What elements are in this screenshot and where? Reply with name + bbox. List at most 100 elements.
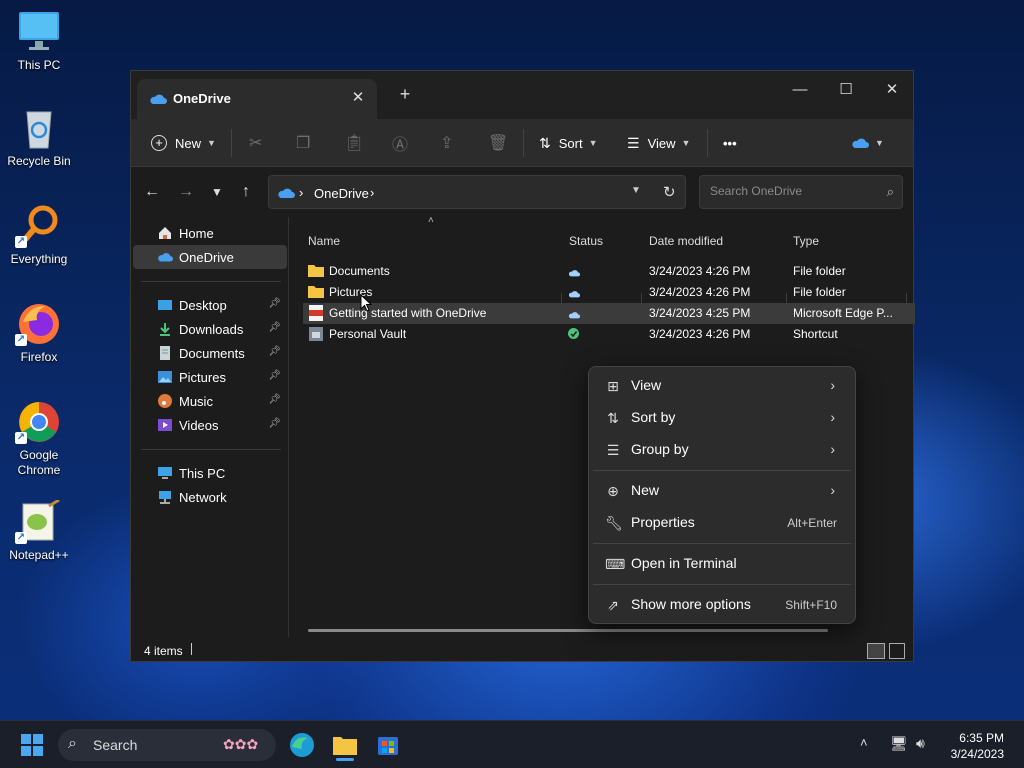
cut-button[interactable]: ✂ (249, 127, 262, 159)
horizontal-scrollbar[interactable] (308, 629, 828, 632)
menu-item-label: Properties (631, 514, 695, 530)
address-bar[interactable]: › OneDrive › ▼ ↻ (268, 175, 686, 209)
up-button[interactable]: ↑ (233, 179, 259, 205)
details-view-icon[interactable] (867, 643, 885, 659)
taskbar-store[interactable] (370, 729, 406, 761)
file-date: 3/24/2023 4:26 PM (649, 264, 751, 278)
sidebar-item-label: Music (179, 393, 213, 409)
sidebar-item-onedrive[interactable]: OneDrive (133, 245, 287, 269)
title-bar: OneDrive ✕ + — ☐ ✕ (131, 71, 913, 119)
start-button[interactable] (14, 729, 50, 761)
tiles-view-icon[interactable] (889, 643, 905, 659)
grid-icon: ⊞ (607, 378, 619, 394)
context-menu: ⊞ View › ⇅ Sort by › ☰ Group by › ⊕ New … (588, 366, 856, 624)
new-tab-button[interactable]: + (393, 83, 417, 107)
pin-icon[interactable]: 📌︎ (268, 418, 281, 429)
view-button[interactable]: ☰ View ▼ (627, 127, 690, 159)
new-button[interactable]: + New ▼ (151, 127, 216, 159)
column-header-status[interactable]: Status (569, 229, 603, 253)
sort-ascending-chevron-icon: ˄ (428, 215, 434, 226)
sidebar-item-home[interactable]: Home (133, 221, 287, 245)
chevron-down-icon: ▼ (588, 138, 598, 148)
chevron-down-icon: ▼ (207, 138, 216, 148)
table-row[interactable]: Pictures 3/24/2023 4:26 PM File folder (303, 282, 915, 303)
file-name: Personal Vault (329, 327, 407, 341)
sidebar-item-label: Downloads (179, 321, 244, 337)
share-button[interactable]: ⇪ (440, 127, 453, 159)
taskbar-edge[interactable] (284, 729, 320, 761)
desktop-icon-this-pc[interactable]: This PC (1, 10, 77, 73)
minimize-button[interactable]: — (777, 75, 823, 105)
address-history-chevron-icon[interactable]: ▼ (631, 185, 641, 196)
network-monitor-icon[interactable]: 🖥︎ (890, 735, 908, 752)
pin-icon[interactable]: 📌︎ (268, 298, 281, 309)
sidebar-item-pictures[interactable]: Pictures 📌︎ (133, 365, 287, 389)
maximize-button[interactable]: ☐ (823, 75, 869, 105)
copy-icon: ❐ (296, 135, 311, 152)
desktop-icon-everything[interactable]: ↗ Everything (1, 204, 77, 267)
system-clock[interactable]: 6:35 PM 3/24/2023 (951, 730, 1004, 762)
column-header-date-modified[interactable]: Date modified (649, 229, 723, 253)
table-row[interactable]: Personal Vault 3/24/2023 4:26 PM Shortcu… (303, 324, 915, 345)
desktop-icon-firefox[interactable]: ↗ Firefox (1, 302, 77, 365)
file-name: Getting started with OneDrive (329, 306, 487, 320)
column-header-type[interactable]: Type (793, 229, 819, 253)
pdf-icon (308, 305, 324, 324)
breadcrumb-separator: › (299, 185, 304, 200)
paste-button[interactable]: 📋︎ (344, 127, 364, 159)
sidebar-item-downloads[interactable]: Downloads 📌︎ (133, 317, 287, 341)
shortcut-arrow-icon: ↗ (15, 334, 27, 346)
menu-item-open-terminal[interactable]: ⌨ Open in Terminal (593, 549, 851, 579)
sidebar-item-music[interactable]: Music 📌︎ (133, 389, 287, 413)
sort-button[interactable]: ⇅ Sort ▼ (539, 127, 598, 159)
menu-item-group-by[interactable]: ☰ Group by › (593, 435, 851, 465)
onedrive-status-button[interactable]: ▼ (851, 127, 884, 159)
command-bar: + New ▼ ✂ ❐ 📋︎ Ⓐ ⇪ 🗑︎ ⇅ Sort ▼ ☰ View ▼ … (131, 119, 913, 167)
search-input[interactable] (710, 184, 870, 198)
recent-locations-button[interactable]: ▼ (204, 179, 230, 205)
desktop-icon-recycle-bin[interactable]: Recycle Bin (1, 106, 77, 169)
taskbar-search[interactable]: ⌕ Search ✿✿✿ (58, 729, 276, 761)
table-row[interactable]: Getting started with OneDrive 3/24/2023 … (303, 303, 915, 324)
sidebar-item-desktop[interactable]: Desktop 📌︎ (133, 293, 287, 317)
delete-button[interactable]: 🗑︎ (488, 127, 508, 159)
sidebar-item-network[interactable]: Network (133, 485, 287, 509)
close-window-button[interactable]: ✕ (869, 75, 915, 105)
column-header-name[interactable]: Name (308, 229, 340, 253)
pin-icon[interactable]: 📌︎ (268, 346, 281, 357)
onedrive-cloud-icon (157, 249, 173, 265)
speaker-icon[interactable]: 🔊︎ (916, 735, 925, 752)
table-row[interactable]: Documents 3/24/2023 4:26 PM File folder (303, 261, 915, 282)
sidebar-item-documents[interactable]: Documents 📌︎ (133, 341, 287, 365)
pin-icon[interactable]: 📌︎ (268, 322, 281, 333)
download-arrow-icon (157, 321, 173, 337)
menu-item-new[interactable]: ⊕ New › (593, 476, 851, 506)
more-options-button[interactable]: ••• (723, 127, 737, 159)
cloud-status-icon (568, 308, 580, 322)
tab-onedrive[interactable]: OneDrive ✕ (137, 79, 377, 119)
refresh-icon[interactable]: ↻ (663, 183, 676, 201)
taskbar-file-explorer[interactable] (327, 729, 363, 761)
sidebar-item-this-pc[interactable]: This PC (133, 461, 287, 485)
menu-item-properties[interactable]: 🔧︎ Properties Alt+Enter (593, 508, 851, 538)
file-date: 3/24/2023 4:26 PM (649, 327, 751, 341)
search-box[interactable]: ⌕ (699, 175, 903, 209)
menu-item-sort-by[interactable]: ⇅ Sort by › (593, 403, 851, 433)
item-count: 4 items (144, 644, 183, 658)
desktop-icon-chrome[interactable]: ↗ Google Chrome (1, 400, 77, 478)
clock-date: 3/24/2023 (950, 747, 1004, 761)
pin-icon[interactable]: 📌︎ (268, 370, 281, 381)
sidebar-item-videos[interactable]: Videos 📌︎ (133, 413, 287, 437)
chevron-up-icon[interactable]: ˄ (860, 735, 868, 750)
copy-button[interactable]: ❐ (296, 127, 310, 159)
view-label: View (647, 135, 676, 151)
breadcrumb-onedrive[interactable]: OneDrive (314, 186, 369, 201)
back-button[interactable]: ← (139, 179, 165, 205)
forward-button[interactable]: → (173, 179, 199, 205)
menu-item-show-more-options[interactable]: ⇗ Show more options Shift+F10 (593, 590, 851, 620)
rename-button[interactable]: Ⓐ (392, 127, 408, 159)
pin-icon[interactable]: 📌︎ (268, 394, 281, 405)
menu-item-view[interactable]: ⊞ View › (593, 371, 851, 401)
desktop-icon-notepadpp[interactable]: ↗ Notepad++ (1, 498, 77, 563)
close-tab-icon[interactable]: ✕ (347, 87, 369, 109)
